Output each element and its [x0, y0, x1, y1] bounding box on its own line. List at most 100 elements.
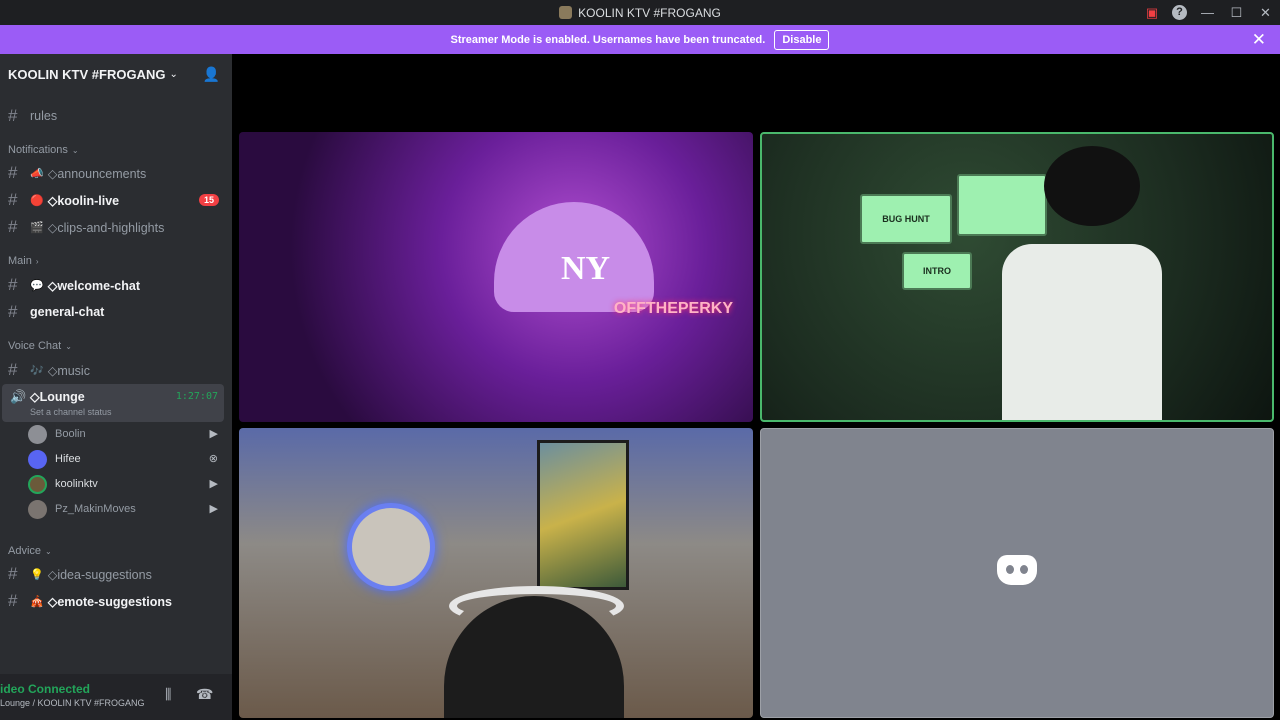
category-label: Voice Chat [8, 340, 62, 352]
voice-user-name: koolinktv [55, 478, 98, 490]
channel-label: ◇music [47, 363, 90, 378]
logo-eye [1020, 565, 1028, 574]
window-title: KOOLIN KTV #FROGANG [559, 6, 721, 20]
channel-label: ◇emote-suggestions [47, 594, 172, 609]
channel-koolin-live[interactable]: # 🔴 ◇koolin-live 15 [2, 188, 224, 212]
red-circle-emoji: 🔴 [30, 194, 44, 207]
maximize-icon[interactable]: ☐ [1222, 5, 1251, 21]
camera-icon: ▶ [209, 478, 218, 490]
discord-logo-icon [997, 555, 1037, 585]
chevron-right-icon: › [35, 256, 39, 266]
category-label: Main [8, 255, 32, 267]
channel-rules[interactable]: # rules [2, 104, 224, 128]
noise-suppression-icon[interactable]: ⫼ [165, 686, 171, 703]
voice-channel-lounge[interactable]: 🔊 ◇Lounge 1:27:07 Set a channel status [2, 384, 224, 422]
window-title-text: KOOLIN KTV #FROGANG [578, 5, 721, 20]
window-controls: ▣ ? — ☐ ✕ [1138, 0, 1280, 25]
voice-user-pz-makinmoves[interactable]: Pz_MakinMoves ▶ [28, 498, 224, 520]
streamer-mode-banner: Streamer Mode is enabled. Usernames have… [0, 25, 1280, 54]
set-channel-status-link[interactable]: Set a channel status [30, 407, 112, 417]
help-icon[interactable]: ? [1172, 5, 1187, 20]
video-tile[interactable] [239, 428, 753, 718]
category-notifications[interactable]: Notifications ⌄ [8, 144, 79, 156]
call-timer: 1:27:07 [175, 391, 218, 402]
text-channel-icon: # [8, 275, 18, 294]
speech-bubble-emoji: 💬 [30, 279, 44, 292]
invite-people-icon[interactable]: 👤 [203, 66, 220, 83]
title-bar: KOOLIN KTV #FROGANG ▣ ? — ☐ ✕ [0, 0, 1280, 25]
voice-user-boolin[interactable]: Boolin ▶ [28, 423, 224, 445]
channel-label: ◇idea-suggestions [47, 567, 152, 582]
avatar [28, 474, 47, 494]
category-label: Advice [8, 545, 42, 557]
camera-icon: ▶ [209, 428, 218, 440]
camera-icon: ▶ [209, 503, 218, 515]
mention-badge: 15 [198, 194, 219, 206]
voice-user-koolinktv[interactable]: koolinktv ▶ [28, 473, 224, 495]
ny-logo: NY [561, 250, 611, 287]
channel-general-chat[interactable]: # general-chat [2, 300, 224, 324]
robot-screen-graphic [957, 174, 1047, 236]
category-voice-chat[interactable]: Voice Chat ⌄ [8, 340, 72, 352]
screen-graphic: BUG HUNT [860, 194, 952, 244]
disconnect-icon[interactable]: ☎ [196, 686, 213, 703]
neon-sign: OFFTHEPERKY [613, 300, 733, 317]
channel-label: general-chat [30, 305, 105, 319]
chevron-down-icon: ⌄ [71, 145, 79, 155]
server-name: KOOLIN KTV #FROGANG [8, 66, 166, 82]
category-label: Notifications [8, 144, 68, 156]
text-channel-icon: # [8, 591, 18, 610]
close-banner-icon[interactable]: ✕ [1252, 30, 1266, 50]
banner-message: Streamer Mode is enabled. Usernames have… [450, 33, 766, 46]
voice-user-hifee[interactable]: Hifee ⊗ [28, 448, 224, 470]
mirror-shape [347, 503, 435, 591]
connection-location[interactable]: Lounge / KOOLIN KTV #FROGANG [0, 698, 145, 708]
video-tile-speaking[interactable]: BUG HUNT INTRO [760, 132, 1274, 422]
server-header[interactable]: KOOLIN KTV #FROGANG ⌄ 👤 [0, 54, 232, 94]
text-channel-icon: # [8, 564, 18, 583]
channel-announcements[interactable]: # 📣 ◇announcements [2, 161, 224, 185]
video-tile[interactable]: NY OFFTHEPERKY [239, 132, 753, 422]
music-notes-emoji: 🎶 [30, 364, 44, 377]
headset-shape [449, 586, 624, 626]
voice-user-name: Hifee [55, 453, 81, 465]
channel-welcome-chat[interactable]: # 💬 ◇welcome-chat [2, 273, 224, 297]
minimize-icon[interactable]: — [1193, 5, 1222, 20]
lightbulb-emoji: 💡 [30, 568, 44, 581]
channel-emote-suggestions[interactable]: # 🎪 ◇emote-suggestions [2, 589, 224, 613]
painting-shape [537, 440, 629, 590]
category-advice[interactable]: Advice ⌄ [8, 545, 52, 557]
connection-status[interactable]: ideo Connected [0, 682, 90, 696]
clapper-emoji: 🎬 [30, 221, 44, 234]
chevron-down-icon: ⌄ [65, 341, 72, 351]
inbox-icon[interactable]: ▣ [1138, 5, 1166, 21]
server-icon [559, 6, 573, 19]
channel-clips-and-highlights[interactable]: # 🎬 ◇clips-and-highlights [2, 215, 224, 239]
voice-connection-panel: ideo Connected Lounge / KOOLIN KTV #FROG… [0, 674, 232, 720]
channel-label: ◇clips-and-highlights [47, 220, 165, 235]
logo-eye [1006, 565, 1014, 574]
avatar [28, 449, 47, 469]
avatar [28, 499, 47, 519]
voice-user-name: Boolin [55, 428, 86, 440]
video-tile-no-camera[interactable] [760, 428, 1274, 718]
xbox-icon: ⊗ [208, 453, 218, 465]
close-window-icon[interactable]: ✕ [1251, 5, 1280, 21]
voice-channel-label: ◇Lounge [30, 390, 85, 404]
screen-graphic: INTRO [902, 252, 972, 290]
channel-label: ◇koolin-live [47, 193, 120, 208]
channel-label: ◇welcome-chat [47, 278, 140, 293]
text-channel-icon: # [8, 302, 18, 321]
video-stage: NY OFFTHEPERKY BUG HUNT INTRO [232, 54, 1280, 720]
megaphone-emoji: 📣 [30, 167, 44, 180]
channel-idea-suggestions[interactable]: # 💡 ◇idea-suggestions [2, 562, 224, 586]
channel-sidebar: KOOLIN KTV #FROGANG ⌄ 👤 # rules Notifica… [0, 54, 232, 720]
person-hair [1044, 146, 1140, 226]
channel-music[interactable]: # 🎶 ◇music [2, 358, 224, 382]
text-channel-icon: # [8, 190, 18, 209]
person-shirt [1002, 244, 1162, 420]
disable-streamer-mode-button[interactable]: Disable [774, 29, 830, 50]
channel-label: ◇announcements [47, 166, 147, 181]
text-channel-icon: # [8, 106, 18, 125]
category-main[interactable]: Main › [8, 255, 39, 267]
